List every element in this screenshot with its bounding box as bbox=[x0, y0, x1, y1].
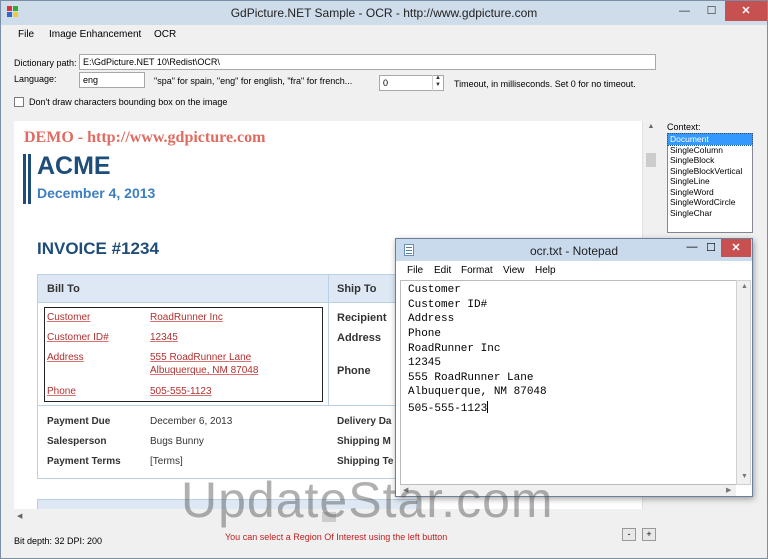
bounding-box-checkbox[interactable] bbox=[14, 97, 24, 107]
timeout-spin-arrows-icon[interactable]: ▲ ▼ bbox=[432, 75, 443, 91]
text-line: Address bbox=[408, 313, 455, 325]
context-item-document[interactable]: Document bbox=[667, 133, 753, 146]
bill-value: 555 RoadRunner Lane bbox=[150, 352, 252, 363]
context-item-single-column[interactable]: SingleColumn bbox=[668, 145, 752, 156]
payment-value: December 6, 2013 bbox=[150, 416, 233, 427]
bill-to-heading: Bill To bbox=[47, 283, 80, 295]
company-name: ACME bbox=[37, 152, 111, 180]
bill-label: Customer ID# bbox=[47, 332, 109, 343]
demo-watermark: DEMO - http://www.gdpicture.com bbox=[24, 129, 266, 146]
notepad-titlebar[interactable]: ocr.txt - Notepad — ☐ ✕ bbox=[396, 239, 752, 261]
bit-depth-status: Bit depth: 32 DPI: 200 bbox=[14, 536, 103, 546]
minimize-button[interactable]: — bbox=[671, 1, 698, 21]
close-button[interactable]: ✕ bbox=[725, 1, 767, 21]
menu-ocr[interactable]: OCR bbox=[154, 29, 176, 40]
ship-label: Recipient bbox=[337, 312, 387, 324]
main-window: GdPicture.NET Sample - OCR - http://www.… bbox=[0, 0, 768, 559]
context-listbox[interactable]: Document SingleColumn SingleBlock Single… bbox=[667, 133, 753, 233]
payment-label: Salesperson bbox=[47, 436, 107, 447]
invoice-table-header: Bill To Ship To bbox=[38, 275, 416, 303]
context-item-single-line[interactable]: SingleLine bbox=[668, 176, 752, 187]
bill-label: Address bbox=[47, 352, 84, 363]
payment-value: [Terms] bbox=[150, 456, 183, 467]
scroll-down-arrow-icon[interactable]: ▼ bbox=[741, 473, 748, 480]
notepad-menu-view[interactable]: View bbox=[503, 265, 525, 276]
notepad-vertical-scrollbar[interactable]: ▲ ▼ bbox=[736, 280, 751, 485]
payment-value: Bugs Bunny bbox=[150, 436, 204, 447]
text-line: 505-555-1123 bbox=[408, 401, 489, 415]
menubar: File Image Enhancement OCR bbox=[1, 26, 767, 44]
notepad-text-area[interactable]: Customer Customer ID# Address Phone Road… bbox=[400, 280, 736, 485]
bill-value: 505-555-1123 bbox=[150, 386, 212, 397]
notepad-menu-help[interactable]: Help bbox=[535, 265, 556, 276]
notepad-maximize-button[interactable]: ☐ bbox=[701, 241, 721, 254]
timeout-hint: Timeout, in milliseconds. Set 0 for no t… bbox=[454, 79, 636, 89]
ship-label: Address bbox=[337, 332, 382, 344]
context-label: Context: bbox=[667, 122, 701, 132]
maximize-button[interactable]: ☐ bbox=[698, 1, 725, 21]
context-item-single-word-circle[interactable]: SingleWordCircle bbox=[668, 197, 752, 208]
shipping-label: Shipping M bbox=[337, 436, 391, 447]
language-input[interactable]: eng bbox=[79, 72, 145, 88]
context-item-single-block-vertical[interactable]: SingleBlockVertical bbox=[668, 166, 752, 177]
bill-value: Albuquerque, NM 87048 bbox=[150, 365, 259, 376]
column-divider bbox=[328, 275, 329, 405]
text-line: 12345 bbox=[408, 357, 442, 369]
shipping-label: Delivery Da bbox=[337, 416, 392, 427]
invoice-date: December 4, 2013 bbox=[37, 185, 156, 201]
accent-bar bbox=[23, 154, 26, 204]
text-line: Customer bbox=[408, 284, 461, 296]
text-line-content: 505-555-1123 bbox=[408, 403, 488, 415]
text-line: Customer ID# bbox=[408, 299, 488, 311]
ship-label: Phone bbox=[337, 365, 371, 377]
notepad-menu-file[interactable]: File bbox=[407, 265, 423, 276]
bill-label: Customer bbox=[47, 312, 91, 323]
bill-value: RoadRunner Inc bbox=[150, 312, 223, 323]
window-title: GdPicture.NET Sample - OCR - http://www.… bbox=[230, 6, 538, 20]
notepad-minimize-button[interactable]: — bbox=[682, 241, 702, 253]
language-hint: "spa" for spain, "eng" for english, "fra… bbox=[154, 76, 353, 86]
notepad-close-button[interactable]: ✕ bbox=[721, 239, 751, 257]
text-line: Phone bbox=[408, 328, 442, 340]
notepad-menubar: File Edit Format View Help bbox=[396, 262, 752, 279]
dictionary-path-label: Dictionary path: bbox=[14, 58, 77, 68]
context-item-single-word[interactable]: SingleWord bbox=[668, 187, 752, 198]
text-caret bbox=[487, 401, 489, 413]
context-item-single-block[interactable]: SingleBlock bbox=[668, 155, 752, 166]
notepad-menu-edit[interactable]: Edit bbox=[434, 265, 451, 276]
menu-image-enhancement[interactable]: Image Enhancement bbox=[49, 29, 141, 40]
roi-hint: You can select a Region Of Interest usin… bbox=[225, 532, 448, 542]
ship-to-heading: Ship To bbox=[337, 283, 377, 295]
notepad-window: ocr.txt - Notepad — ☐ ✕ File Edit Format… bbox=[395, 238, 753, 497]
invoice-title: INVOICE #1234 bbox=[37, 239, 159, 258]
dictionary-path-input[interactable]: E:\GdPicture.NET 10\Redist\OCR\ bbox=[79, 54, 656, 70]
payment-label: Payment Due bbox=[47, 416, 111, 427]
invoice-table: Bill To Ship To Customer Customer ID# Ad… bbox=[37, 274, 417, 479]
zoom-out-button[interactable]: - bbox=[622, 528, 636, 541]
scroll-up-arrow-icon[interactable]: ▲ bbox=[643, 123, 659, 130]
menu-file[interactable]: File bbox=[18, 29, 34, 40]
scroll-right-arrow-icon[interactable]: ▶ bbox=[726, 486, 731, 494]
scroll-thumb[interactable] bbox=[646, 153, 656, 167]
bill-value: 12345 bbox=[150, 332, 178, 343]
shipping-label: Shipping Te bbox=[337, 456, 394, 467]
language-label: Language: bbox=[14, 74, 57, 84]
payment-label: Payment Terms bbox=[47, 456, 121, 467]
text-line: 555 RoadRunner Lane bbox=[408, 372, 534, 384]
notepad-menu-format[interactable]: Format bbox=[461, 265, 493, 276]
context-item-single-char[interactable]: SingleChar bbox=[668, 208, 752, 219]
text-line: Albuquerque, NM 87048 bbox=[408, 386, 547, 398]
bounding-box-label: Don't draw characters bounding box on th… bbox=[29, 97, 228, 107]
updatestar-watermark: UpdateStar.com bbox=[181, 472, 554, 528]
text-line: RoadRunner Inc bbox=[408, 343, 501, 355]
zoom-in-button[interactable]: + bbox=[642, 528, 656, 541]
bill-label: Phone bbox=[47, 386, 76, 397]
accent-bar bbox=[28, 154, 31, 204]
main-titlebar[interactable]: GdPicture.NET Sample - OCR - http://www.… bbox=[1, 1, 767, 25]
row-divider bbox=[38, 405, 416, 406]
scroll-up-arrow-icon[interactable]: ▲ bbox=[741, 283, 748, 290]
scroll-left-arrow-icon[interactable]: ◀ bbox=[17, 512, 22, 520]
